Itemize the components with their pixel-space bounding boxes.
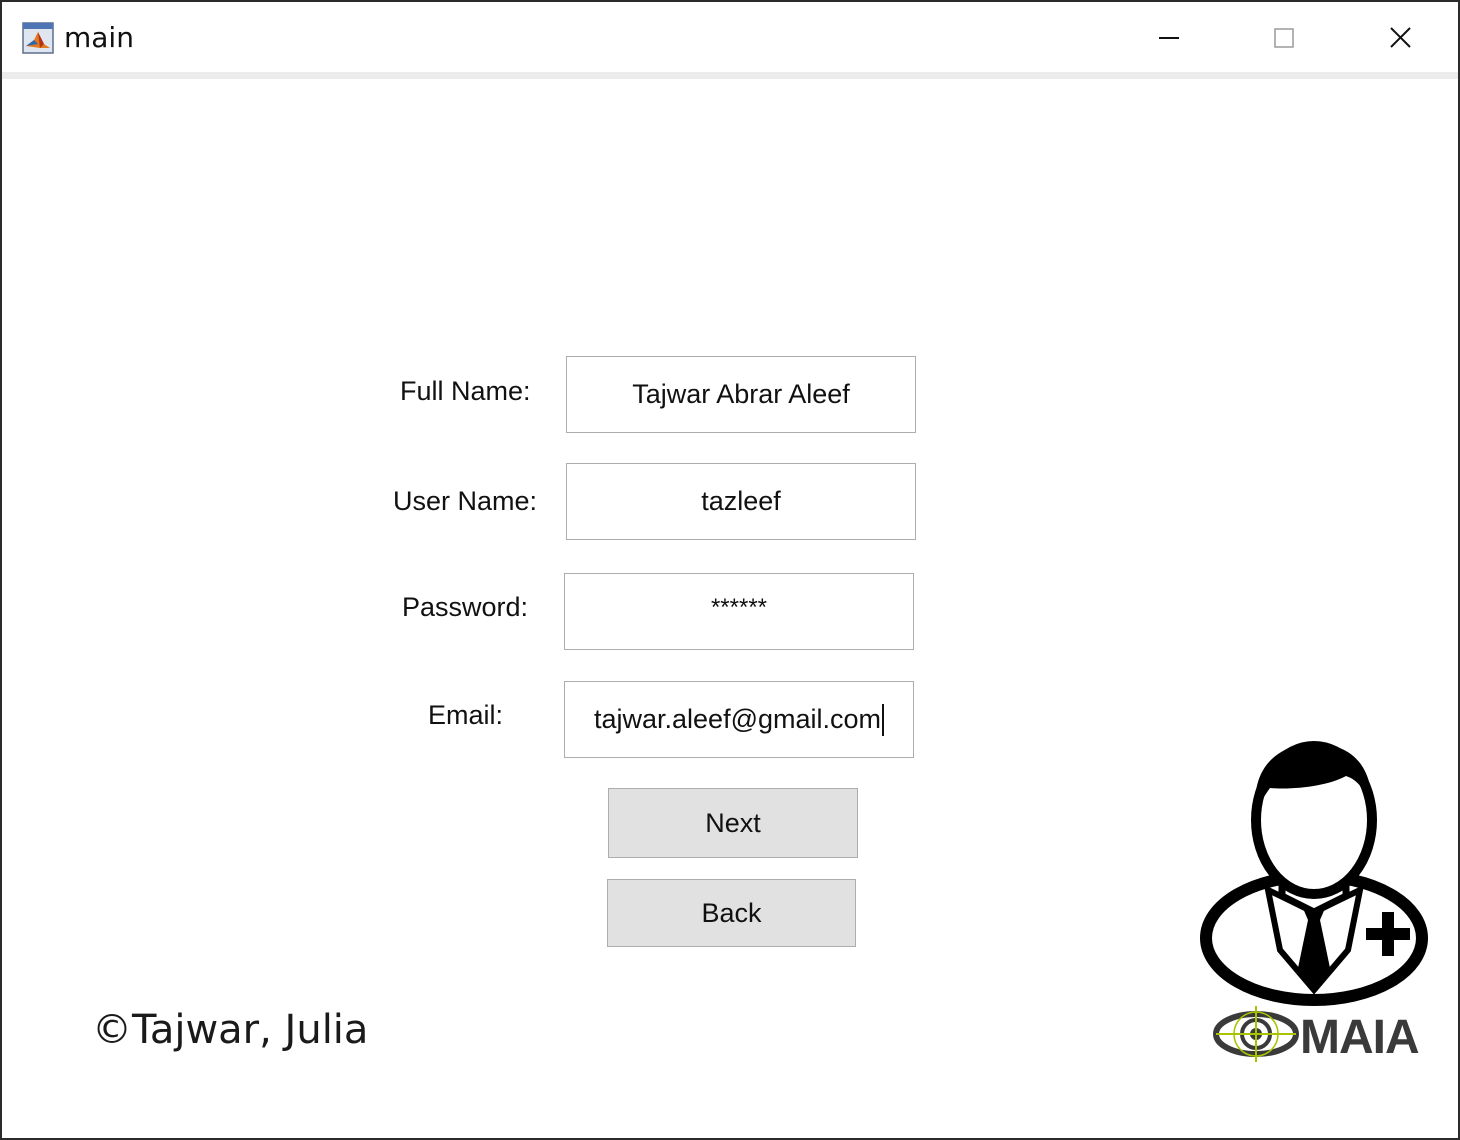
add-doctor-user-icon bbox=[1198, 740, 1430, 1010]
maia-logo-text: MAIA bbox=[1300, 1011, 1420, 1064]
next-button-label: Next bbox=[705, 807, 761, 838]
matlab-icon bbox=[22, 22, 54, 54]
user-name-field[interactable]: tazleef bbox=[566, 463, 916, 540]
full-name-value: Tajwar Abrar Aleef bbox=[632, 379, 850, 409]
title-bar[interactable]: main bbox=[2, 2, 1458, 72]
main-window: main Full Name: Tajwar Abrar Aleef User … bbox=[0, 0, 1460, 1140]
password-field[interactable]: ****** bbox=[564, 573, 914, 650]
password-value: ****** bbox=[710, 593, 768, 621]
window-title: main bbox=[64, 21, 134, 54]
user-name-label: User Name: bbox=[393, 486, 538, 516]
next-button[interactable]: Next bbox=[608, 788, 858, 858]
copyright-text: ©Tajwar, Julia bbox=[92, 1007, 369, 1053]
email-label: Email: bbox=[428, 700, 504, 730]
password-label: Password: bbox=[402, 592, 529, 622]
close-button[interactable] bbox=[1370, 16, 1430, 60]
back-button[interactable]: Back bbox=[607, 879, 856, 947]
maximize-icon bbox=[1274, 28, 1294, 48]
user-name-value: tazleef bbox=[701, 486, 781, 516]
email-field[interactable]: tajwar.aleef@gmail.com bbox=[564, 681, 914, 758]
title-bar-divider bbox=[2, 72, 1458, 79]
close-icon bbox=[1390, 27, 1411, 48]
full-name-field[interactable]: Tajwar Abrar Aleef bbox=[566, 356, 916, 433]
text-caret bbox=[882, 703, 885, 736]
minimize-icon bbox=[1159, 37, 1179, 39]
email-value: tajwar.aleef@gmail.com bbox=[593, 704, 882, 734]
maximize-button[interactable] bbox=[1254, 16, 1314, 60]
back-button-label: Back bbox=[701, 897, 762, 928]
full-name-label: Full Name: bbox=[400, 376, 531, 406]
minimize-button[interactable] bbox=[1138, 16, 1198, 60]
